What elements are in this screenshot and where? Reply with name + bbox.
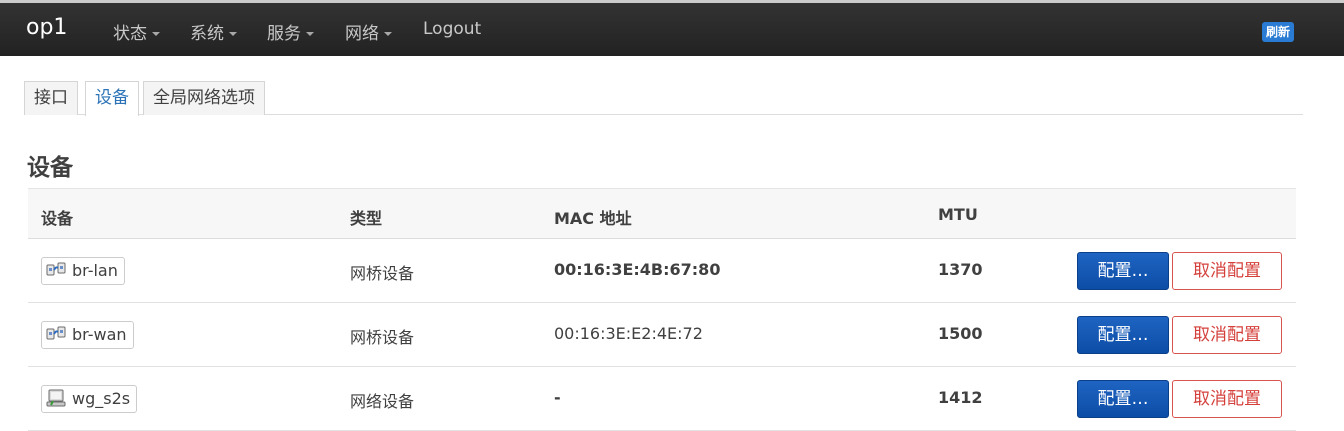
menu-network[interactable]: 网络 (345, 19, 392, 44)
device-name: br-wan (72, 325, 127, 344)
table-row: wg_s2s 网络设备 - 1412 配置… 取消配置 (28, 367, 1296, 431)
menu-services-label: 服务 (267, 24, 301, 44)
device-type: 网络设备 (350, 392, 415, 411)
configure-button[interactable]: 配置… (1077, 380, 1169, 418)
mtu-value: 1500 (938, 324, 983, 343)
device-badge: br-lan (41, 257, 125, 285)
menu-logout[interactable]: Logout (423, 19, 481, 39)
header-mtu: MTU (938, 205, 978, 224)
device-type: 网桥设备 (350, 264, 415, 283)
mac-address: 00:16:3E:E2:4E:72 (554, 324, 703, 343)
mtu-value: 1412 (938, 388, 983, 407)
refresh-badge[interactable]: 刷新 (1262, 22, 1295, 42)
mtu-value: 1370 (938, 260, 983, 279)
device-type: 网桥设备 (350, 328, 415, 347)
mac-address: 00:16:3E:4B:67:80 (554, 260, 721, 279)
menu-system-label: 系统 (190, 24, 224, 44)
chevron-down-icon (306, 32, 314, 36)
device-name: br-lan (72, 261, 118, 280)
tab-global-network-options[interactable]: 全局网络选项 (143, 81, 265, 115)
tab-bar: 接口 设备 全局网络选项 (24, 81, 1303, 116)
menu-system[interactable]: 系统 (190, 19, 237, 44)
menu-network-label: 网络 (345, 24, 379, 44)
unconfigure-button[interactable]: 取消配置 (1172, 316, 1282, 354)
top-navbar: op1 状态 系统 服务 网络 Logout 刷新 (0, 0, 1344, 56)
mac-address: - (554, 388, 561, 407)
bridge-icon (46, 326, 66, 340)
menu-services[interactable]: 服务 (267, 19, 314, 44)
table-header: 设备 类型 MAC 地址 MTU (28, 188, 1296, 239)
tab-devices[interactable]: 设备 (85, 81, 139, 116)
table-row: br-lan 网桥设备 00:16:3E:4B:67:80 1370 配置… 取… (28, 239, 1296, 303)
header-device: 设备 (41, 209, 74, 228)
device-name: wg_s2s (72, 389, 131, 408)
network-device-icon (46, 389, 66, 407)
tab-interfaces[interactable]: 接口 (24, 81, 78, 115)
header-mac: MAC 地址 (554, 209, 632, 228)
unconfigure-button[interactable]: 取消配置 (1172, 380, 1282, 418)
chevron-down-icon (152, 32, 160, 36)
bridge-icon (46, 262, 66, 276)
brand-hostname[interactable]: op1 (26, 15, 67, 40)
chevron-down-icon (384, 32, 392, 36)
table-row: br-wan 网桥设备 00:16:3E:E2:4E:72 1500 配置… 取… (28, 303, 1296, 367)
configure-button[interactable]: 配置… (1077, 252, 1169, 290)
menu-status[interactable]: 状态 (113, 19, 160, 44)
header-type: 类型 (350, 209, 383, 228)
chevron-down-icon (229, 32, 237, 36)
unconfigure-button[interactable]: 取消配置 (1172, 252, 1282, 290)
configure-button[interactable]: 配置… (1077, 316, 1169, 354)
device-badge: wg_s2s (41, 385, 138, 413)
device-badge: br-wan (41, 321, 134, 349)
menu-status-label: 状态 (113, 24, 147, 44)
section-title: 设备 (27, 155, 73, 181)
